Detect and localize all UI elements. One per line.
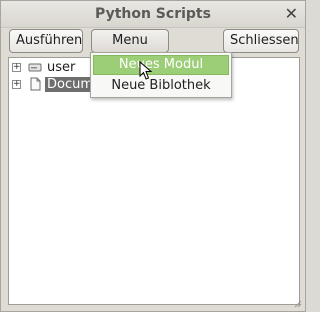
menu-button[interactable]: Menu <box>91 29 169 53</box>
expand-icon[interactable]: + <box>12 80 21 89</box>
title-bar: Python Scripts ✕ <box>1 1 305 28</box>
run-button[interactable]: Ausführen <box>9 29 83 53</box>
python-scripts-window: Python Scripts ✕ Ausführen Menu Schliess… <box>0 0 306 312</box>
expand-icon[interactable]: + <box>12 63 21 72</box>
menu-popup: Neues Modul Neue Biblothek <box>90 52 232 98</box>
resize-grip-icon[interactable] <box>292 298 302 308</box>
mouse-pointer-icon <box>139 61 153 80</box>
menu-item-new-module[interactable]: Neues Modul <box>93 55 229 75</box>
document-icon <box>30 77 41 91</box>
tree-row-label: Docum <box>45 77 96 92</box>
menu-item-new-library[interactable]: Neue Biblothek <box>93 76 229 96</box>
drive-icon <box>28 63 42 72</box>
window-title: Python Scripts <box>95 6 211 22</box>
tree-row-label: user <box>47 60 76 75</box>
close-button[interactable]: Schliessen <box>223 29 299 53</box>
close-icon[interactable]: ✕ <box>285 4 298 23</box>
